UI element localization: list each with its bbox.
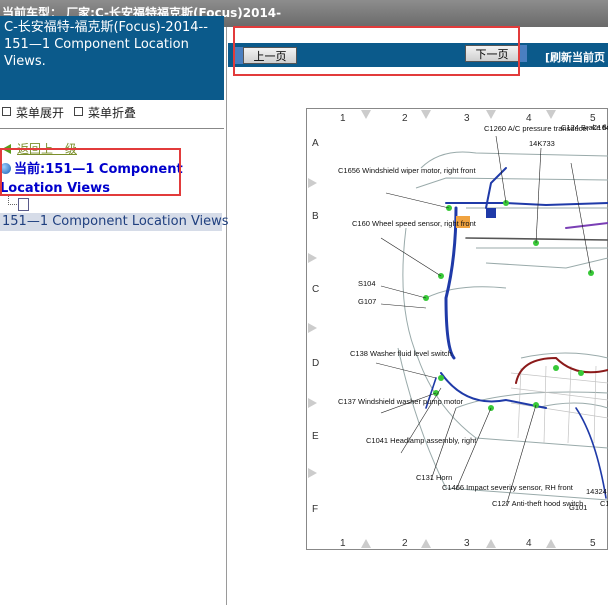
collapse-menu-link[interactable]: 菜单折叠 <box>88 106 136 120</box>
callout-label: C131 Horn <box>416 473 452 482</box>
callout-label: C138 Washer fluid level switch <box>350 349 452 358</box>
row-label: A <box>312 138 319 149</box>
callout-label: C1466 Impact severity sensor, RH front <box>442 483 574 492</box>
callout-label: C1 En co fa <box>600 499 608 508</box>
expand-icon <box>2 107 11 116</box>
row-label: F <box>312 504 318 515</box>
col-label: 1 <box>340 113 346 124</box>
col-label: 4 <box>526 113 532 124</box>
sidebar-title: C-长安福特-福克斯(Focus)-2014-- 151—1 Component… <box>0 16 224 100</box>
sensor-shape <box>486 208 496 218</box>
callout-label: G101 <box>569 503 587 512</box>
callout-label: 14K733 <box>529 139 555 148</box>
callout-label: C164 Battery monitor sensor <box>592 123 608 132</box>
col-label: 2 <box>402 113 408 124</box>
callout-label: C160 Wheel speed sensor, right front <box>352 219 477 228</box>
callout-label: S104 <box>358 279 376 288</box>
row-label: D <box>312 358 319 369</box>
col-label: 4 <box>526 538 532 549</box>
callout-label: 14324 <box>586 487 607 496</box>
col-label: 2 <box>402 538 408 549</box>
highlight-box-sidebar <box>0 148 181 196</box>
callout-label: C137 Windshield washer pump motor <box>338 397 464 406</box>
sidebar-divider <box>0 128 224 129</box>
tree-item-selected[interactable]: 151—1 Component Location Views <box>0 213 229 231</box>
menu-controls: 菜单展开 菜单折叠 <box>2 104 136 121</box>
callout-label: G107 <box>358 297 376 306</box>
component-location-diagram: 1 2 3 4 5 1 2 3 4 5 A B C D E F C1260 A/… <box>306 108 608 550</box>
expand-menu-link[interactable]: 菜单展开 <box>16 106 64 120</box>
refresh-link[interactable]: [刷新当前页 <box>545 49 605 65</box>
col-label: 1 <box>340 538 346 549</box>
highlight-box-nav <box>233 26 520 76</box>
callout-label: C1656 Windshield wiper motor, right fron… <box>338 166 476 175</box>
col-label: 5 <box>590 538 596 549</box>
col-label: 3 <box>464 538 470 549</box>
callout-label: C1041 Headlamp assembly, right <box>366 436 477 445</box>
next-arrow-icon <box>519 45 527 62</box>
row-label: B <box>312 211 319 222</box>
row-label: E <box>312 431 319 442</box>
row-label: C <box>312 284 319 295</box>
col-label: 3 <box>464 113 470 124</box>
collapse-icon <box>74 107 84 116</box>
document-icon <box>18 198 29 211</box>
